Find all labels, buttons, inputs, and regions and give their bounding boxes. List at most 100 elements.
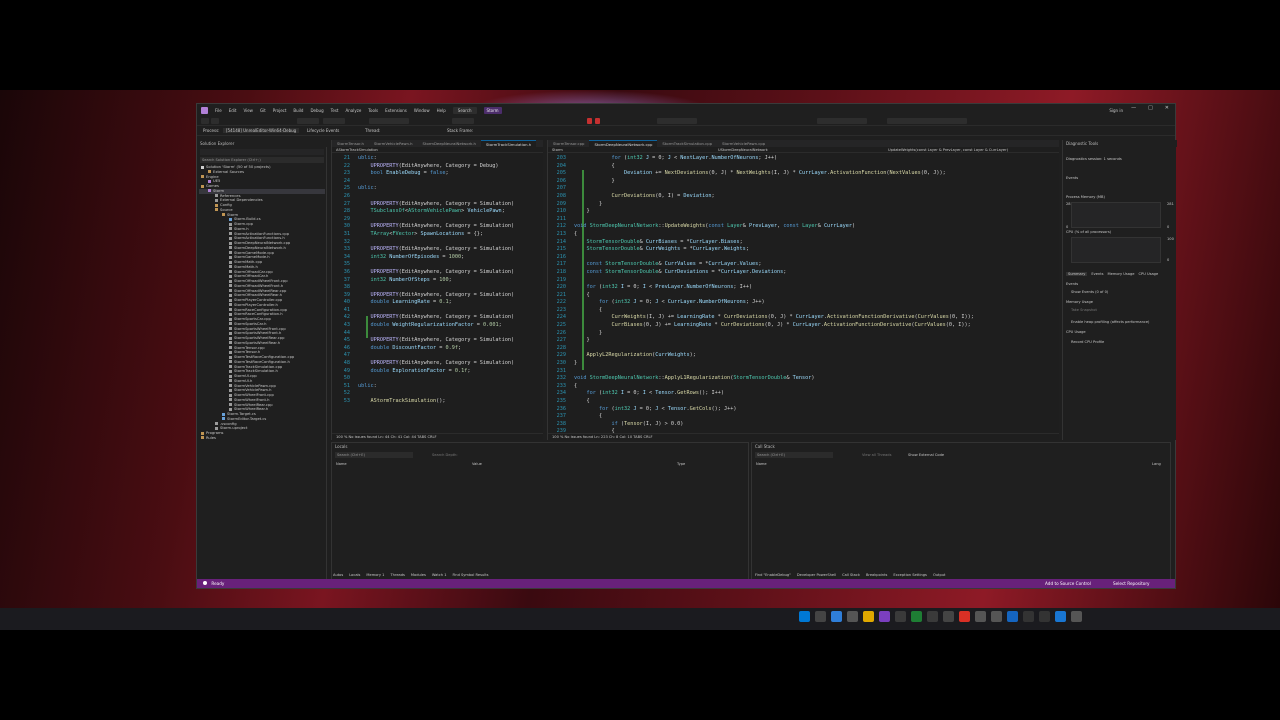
startup-dropdown[interactable] xyxy=(369,118,409,124)
search-depth-label: Search Depth: xyxy=(432,453,458,457)
menu-build[interactable]: Build xyxy=(293,108,303,113)
editor-tab[interactable]: StormVehiclePawn.h xyxy=(369,140,418,147)
tab-summary[interactable]: Summary xyxy=(1066,272,1088,276)
tool-window-tab[interactable]: Threads xyxy=(390,572,404,579)
tool-window-tab[interactable]: Breakpoints xyxy=(866,572,887,579)
code-line: 225 CurrBiases(0, J) += LearningRate * C… xyxy=(556,322,971,329)
file-explorer-icon[interactable] xyxy=(863,611,874,622)
show-events-link[interactable]: Show Events (0 of 0) xyxy=(1071,290,1108,294)
edge-icon[interactable] xyxy=(831,611,842,622)
menu-file[interactable]: File xyxy=(215,108,222,113)
app-icon-7[interactable] xyxy=(1071,611,1082,622)
show-external-code[interactable]: Show External Code xyxy=(908,453,944,457)
menu-edit[interactable]: Edit xyxy=(229,108,237,113)
sign-in-link[interactable]: Sign in xyxy=(1109,108,1123,113)
restart-icon[interactable] xyxy=(595,118,600,124)
steam-icon[interactable] xyxy=(1007,611,1018,622)
find-dropdown[interactable] xyxy=(817,118,867,124)
select-repository[interactable]: Select Repository xyxy=(1113,579,1150,588)
continue-button[interactable] xyxy=(452,118,474,124)
tool-window-tab[interactable]: Watch 1 xyxy=(432,572,447,579)
menu-view[interactable]: View xyxy=(243,108,253,113)
maximize-icon[interactable]: □ xyxy=(1148,105,1153,111)
menu-git[interactable]: Git xyxy=(260,108,266,113)
app-icon-5[interactable] xyxy=(991,611,1002,622)
nav-bar-left[interactable]: AStormTrackSimulation xyxy=(332,147,543,153)
file-icon xyxy=(201,436,204,440)
add-source-control[interactable]: Add to Source Control xyxy=(1045,579,1091,588)
tool-window-tab[interactable]: Exception Settings xyxy=(893,572,927,579)
file-icon xyxy=(229,355,232,359)
nav-class[interactable]: UStormDeepNeuralNetwork xyxy=(718,147,768,153)
code-view-left[interactable]: 21 ublic: 22 UPROPERTY(EditAnywhere, Categ… xyxy=(332,155,543,406)
take-snapshot-button[interactable]: Take Snapshot xyxy=(1071,308,1097,312)
menu-window[interactable]: Window xyxy=(414,108,430,113)
start-icon[interactable] xyxy=(799,611,810,622)
solution-search-input[interactable]: Search Solution Explorer (Ctrl+;) xyxy=(200,157,324,163)
tool-window-tab[interactable]: Find Symbol Results xyxy=(452,572,488,579)
app-icon-4[interactable] xyxy=(975,611,986,622)
menu-analyze[interactable]: Analyze xyxy=(346,108,362,113)
process-dropdown[interactable]: [54148] UnrealEditor-Win64-Debug xyxy=(223,128,300,133)
global-search[interactable]: Search xyxy=(452,106,477,114)
menu-test[interactable]: Test xyxy=(331,108,339,113)
layout-tools[interactable] xyxy=(887,118,967,124)
tool-window-tab[interactable]: Output xyxy=(933,572,945,579)
tool-window-tab[interactable]: Modules xyxy=(411,572,426,579)
stop-icon[interactable] xyxy=(587,118,592,124)
tree-item[interactable]: Rules xyxy=(199,436,325,441)
config-dropdown[interactable] xyxy=(297,118,319,124)
app-icon-6[interactable] xyxy=(1055,611,1066,622)
app-icon[interactable] xyxy=(911,611,922,622)
close-icon[interactable]: ✕ xyxy=(1165,105,1169,111)
visual-studio-icon[interactable] xyxy=(879,611,890,622)
tool-window-tab[interactable]: Autos xyxy=(333,572,343,579)
forward-button[interactable] xyxy=(211,118,219,124)
lifecycle-events[interactable]: Lifecycle Events xyxy=(307,128,339,133)
call-stack-search-input[interactable]: Search (Ctrl+E) xyxy=(755,452,833,458)
menu-project[interactable]: Project xyxy=(273,108,287,113)
nav-member[interactable]: UpdateWeights(const Layer & PrevLayer, c… xyxy=(888,147,1008,153)
platform-dropdown[interactable] xyxy=(323,118,345,124)
widgets-icon[interactable] xyxy=(847,611,858,622)
record-cpu-button[interactable]: Record CPU Profile xyxy=(1071,340,1104,344)
menu-help[interactable]: Help xyxy=(437,108,446,113)
editor-tab[interactable]: StormTrackSimulation.h xyxy=(480,140,537,147)
nav-project[interactable]: Storm xyxy=(552,148,563,152)
editor-tab[interactable]: StormTrackSimulation.cpp xyxy=(657,140,717,147)
epic-icon[interactable] xyxy=(1039,611,1050,622)
menu-tools[interactable]: Tools xyxy=(368,108,378,113)
menu-extensions[interactable]: Extensions xyxy=(385,108,407,113)
minimize-icon[interactable]: — xyxy=(1131,105,1136,111)
code-line: 31 TArray<FVector> SpawnLocations = {}; xyxy=(343,230,483,237)
tab-cpu-usage[interactable]: CPU Usage xyxy=(1139,272,1159,276)
code-line: 40 double LearningRate = 0.1; xyxy=(343,299,452,306)
tool-window-tab[interactable]: Locals xyxy=(349,572,360,579)
tool-window-tab[interactable]: Find "EnableDebug" xyxy=(755,572,791,579)
editor-tab[interactable]: StormDeepNeuralNetwork.h xyxy=(418,140,481,147)
solution-tree: Solution 'Storm' (50 of 50 projects) Exte… xyxy=(199,165,325,441)
terminal-icon[interactable] xyxy=(895,611,906,622)
search-icon[interactable] xyxy=(815,611,826,622)
app-icon-3[interactable] xyxy=(943,611,954,622)
code-line: 212 void StormDeepNeuralNetwork::UpdateWe… xyxy=(556,223,856,230)
view-all-threads[interactable]: View all Threads xyxy=(862,453,891,457)
editor-tab[interactable]: StormTensor.h xyxy=(332,140,369,147)
editor-tab[interactable]: StormDeepNeuralNetwork.cpp xyxy=(589,140,658,147)
chrome-icon[interactable] xyxy=(959,611,970,622)
code-view-right[interactable]: 203 for (int32 J = 0; J < NextLayer.Numb… xyxy=(548,155,1059,436)
app-icon-2[interactable] xyxy=(927,611,938,622)
step-toolbar[interactable] xyxy=(657,118,697,124)
tool-window-tab[interactable]: Call Stack xyxy=(842,572,860,579)
back-button[interactable] xyxy=(201,118,209,124)
tool-window-tab[interactable]: Developer PowerShell xyxy=(797,572,836,579)
menu-debug[interactable]: Debug xyxy=(310,108,323,113)
unreal-icon[interactable] xyxy=(1023,611,1034,622)
tool-window-tab[interactable]: Memory 1 xyxy=(366,572,384,579)
tab-events[interactable]: Events xyxy=(1091,272,1103,276)
editor-tab[interactable]: StormTensor.cpp xyxy=(548,140,589,147)
tab-memory-usage[interactable]: Memory Usage xyxy=(1108,272,1135,276)
editor-tab[interactable]: StormVehiclePawn.cpp xyxy=(717,140,770,147)
heap-profiling-checkbox[interactable]: Enable heap profiling (affects performan… xyxy=(1071,320,1149,324)
locals-search-input[interactable]: Search (Ctrl+E) xyxy=(335,452,413,458)
